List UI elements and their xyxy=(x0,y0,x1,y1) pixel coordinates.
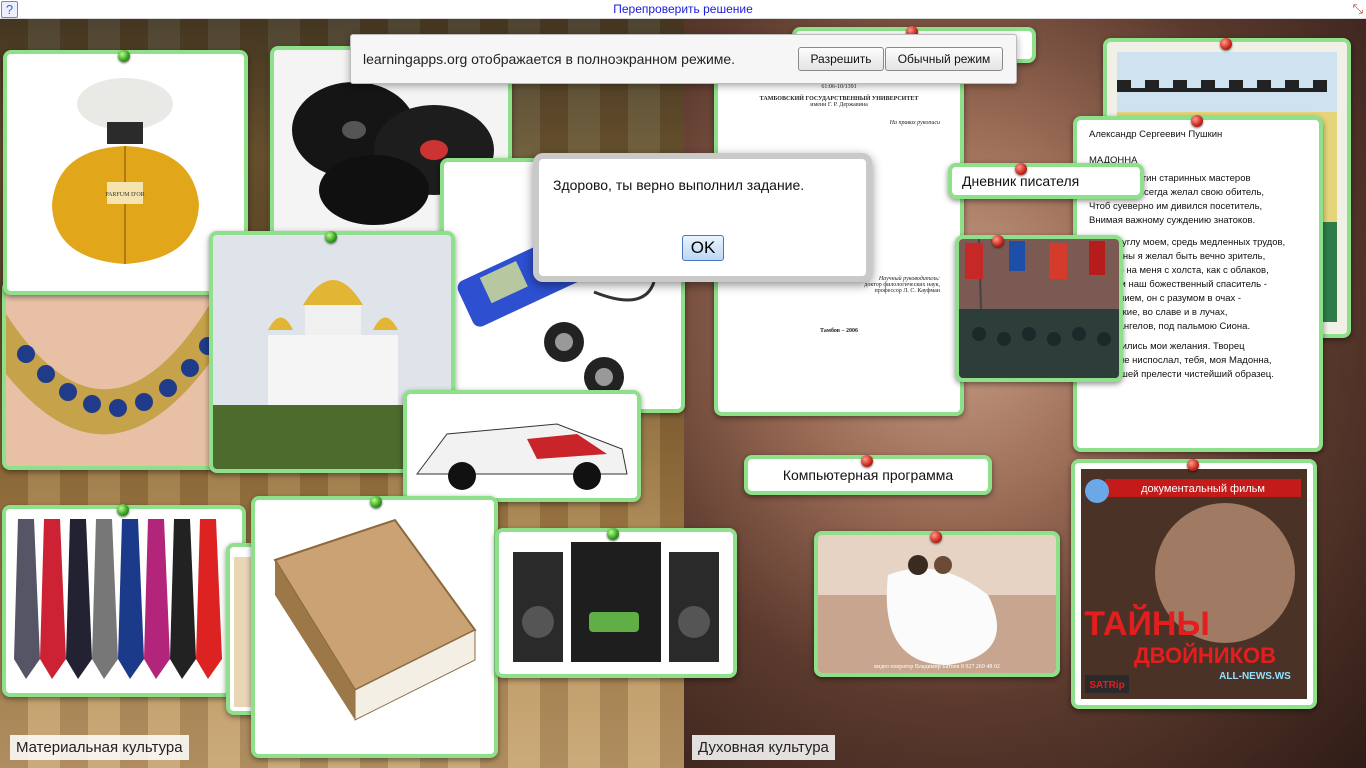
book-image xyxy=(255,500,494,754)
pin-icon xyxy=(1187,459,1199,471)
allow-button[interactable]: Разрешить xyxy=(798,47,884,71)
pin-icon xyxy=(1015,163,1027,175)
thesis-named: имени Г. Р. Державина xyxy=(810,102,868,108)
dvd-subtitle: документальный фильм xyxy=(1141,483,1265,495)
success-message: Здорово, ты верно выполнил задание. xyxy=(553,177,805,193)
pin-icon xyxy=(607,528,619,540)
military-parade-image xyxy=(959,239,1119,378)
success-dialog: Здорово, ты верно выполнил задание. OK xyxy=(533,153,872,282)
book-card[interactable] xyxy=(251,496,498,758)
wedding-photo-card[interactable]: видео оператор Владимир Батоев 8 927 269… xyxy=(814,531,1060,677)
stereo-system-image xyxy=(499,532,733,674)
fullscreen-exit-icon[interactable]: ⤡ xyxy=(1353,1,1363,16)
pin-icon xyxy=(118,50,130,62)
pin-icon xyxy=(1191,115,1203,127)
wedding-photo-image: видео оператор Владимир Батоев 8 927 269… xyxy=(818,535,1056,673)
necklace-card[interactable] xyxy=(2,280,220,470)
pin-icon xyxy=(992,235,1004,247)
military-parade-card[interactable] xyxy=(955,235,1123,382)
thesis-code: 61:06-10/1391 xyxy=(821,84,857,90)
diary-label: Дневник писателя xyxy=(962,173,1080,189)
dvd-title-line1: ТАЙНЫ xyxy=(1084,604,1209,643)
necklace-image xyxy=(6,284,216,466)
material-culture-label: Материальная культура xyxy=(10,735,189,760)
computer-program-label: Компьютерная программа xyxy=(782,467,954,483)
ties-image xyxy=(6,509,242,693)
race-car-image xyxy=(407,394,637,498)
perfume-label: PARFUM D'OR xyxy=(105,192,144,198)
poem-author: Александр Сергеевич Пушкин xyxy=(1089,129,1223,140)
ties-card[interactable] xyxy=(2,505,246,697)
pin-icon xyxy=(370,496,382,508)
thesis-city-year: Тамбов – 2006 xyxy=(820,328,858,334)
pin-icon xyxy=(117,504,129,516)
fullscreen-message: learningapps.org отображается в полноэкр… xyxy=(363,51,736,67)
pin-icon xyxy=(325,231,337,243)
poem-line: Чтоб суеверно им дивился посетитель, xyxy=(1089,201,1263,212)
fullscreen-notification: learningapps.org отображается в полноэкр… xyxy=(350,34,1017,84)
documentary-dvd-card[interactable]: документальный фильм ТАЙНЫ ДВОЙНИКОВ SAT… xyxy=(1071,459,1317,709)
pin-icon xyxy=(930,531,942,543)
pin-icon xyxy=(861,455,873,467)
thesis-supervisor-name: профессор Л. С. Кауфман xyxy=(874,288,940,294)
game-board: PARFUM D'OR 61:06-10/1391 ТАМБОВСКИЙ ГОС… xyxy=(0,18,1366,768)
recheck-solution-link[interactable]: Перепроверить решение xyxy=(0,2,1366,16)
race-car-card[interactable] xyxy=(403,390,641,502)
pin-icon xyxy=(1220,38,1232,50)
diary-label-card[interactable]: Дневник писателя xyxy=(948,163,1144,199)
ok-button[interactable]: OK xyxy=(682,235,724,261)
documentary-dvd-image: документальный фильм ТАЙНЫ ДВОЙНИКОВ SAT… xyxy=(1075,463,1313,705)
dvd-site: ALL-NEWS.WS xyxy=(1219,671,1291,682)
stereo-system-card[interactable] xyxy=(495,528,737,678)
normal-mode-button[interactable]: Обычный режим xyxy=(885,47,1003,71)
dvd-title-line2: ДВОЙНИКОВ xyxy=(1134,643,1276,668)
poem-line: Внимая важному суждению знатоков. xyxy=(1089,215,1256,226)
wedding-caption: видео оператор Владимир Батоев 8 927 269… xyxy=(874,664,1000,670)
top-toolbar: ? Перепроверить решение ⤡ xyxy=(0,0,1366,19)
dvd-badge: SATRip xyxy=(1089,680,1124,691)
spiritual-culture-label: Духовная культура xyxy=(692,735,835,760)
